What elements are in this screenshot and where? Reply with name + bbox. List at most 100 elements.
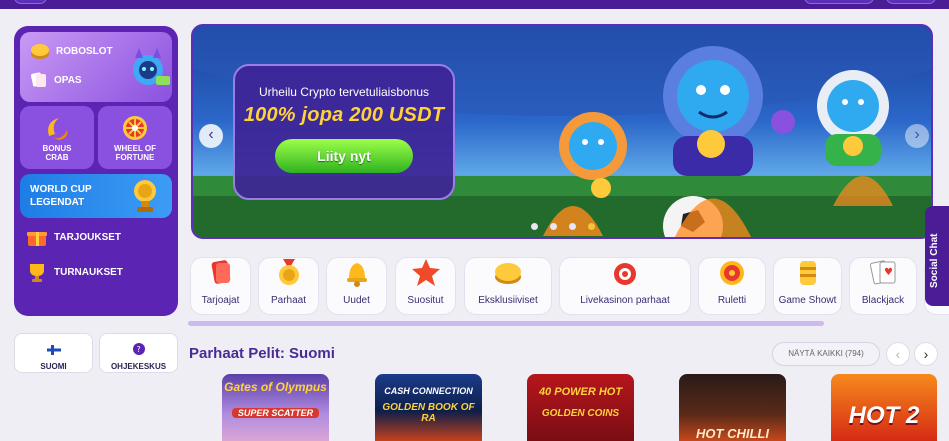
game-tile[interactable]: CASH CONNECTION GOLDEN BOOK OF RA: [375, 374, 482, 441]
category-ruletti[interactable]: Ruletti: [698, 257, 766, 315]
star-icon: [411, 257, 441, 292]
sidebar-item-label: LEGENDAT: [30, 197, 85, 208]
game-tile[interactable]: HOT 2: [831, 374, 937, 441]
hero-next-button[interactable]: ›: [905, 124, 929, 148]
sidebar-item-tarjoukset[interactable]: TARJOUKSET: [26, 227, 121, 247]
chevron-left-icon: ‹: [208, 126, 214, 143]
sidebar-item-label: FORTUNE: [115, 152, 155, 162]
see-all-button[interactable]: NÄYTÄ KAIKKI (794): [772, 342, 880, 366]
category-label: Blackjack: [861, 295, 905, 306]
games-next-button[interactable]: ›: [914, 342, 938, 366]
social-chat-tab[interactable]: Social Chat: [925, 206, 949, 306]
category-game-showt[interactable]: Game Showt: [773, 257, 842, 315]
crab-icon: [43, 114, 71, 142]
playing-cards-icon: ♥: [868, 257, 898, 292]
category-blackjack[interactable]: ♥ Blackjack: [849, 257, 917, 315]
category-strip: Tarjoajat Parhaat Uudet Suositut Eksklus…: [188, 257, 949, 315]
trophy-icon: [130, 178, 160, 214]
language-button[interactable]: SUOMI: [14, 333, 93, 373]
sidebar-item-turnaukset[interactable]: TURNAUKSET: [26, 262, 123, 282]
category-uudet[interactable]: Uudet: [326, 257, 387, 315]
gift-icon: [26, 227, 48, 247]
game-title: Gates of Olympus: [224, 380, 327, 394]
help-icon: ?: [100, 342, 177, 360]
medal-icon: [275, 257, 303, 292]
coin-icon: [30, 42, 50, 60]
promo-headline: 100% jopa 200 USDT: [243, 104, 445, 126]
category-label: Game Showt: [778, 295, 837, 306]
game-tile[interactable]: Gates of Olympus SUPER SCATTER: [222, 374, 329, 441]
game-badge: GOLDEN BOOK OF RA: [382, 402, 475, 424]
cards-icon: [30, 72, 48, 88]
cup-icon: [26, 262, 48, 282]
sidebar-item-label: TURNAUKSET: [54, 266, 123, 278]
chevron-right-icon: ›: [923, 346, 929, 362]
roulette-icon: [717, 257, 747, 292]
sidebar: ROBOSLOT OPAS BONUS CRAB WHEEL OF FORTUN…: [14, 26, 178, 316]
chevron-right-icon: ›: [914, 126, 920, 143]
sidebar-item-label: WORLD CUP: [30, 184, 92, 195]
category-label: Suositut: [407, 295, 444, 306]
carousel-dot[interactable]: [588, 223, 595, 230]
game-title: 40 POWER HOT: [538, 386, 623, 398]
category-eksklusiiviset[interactable]: Eksklusiiviset: [464, 257, 552, 315]
svg-text:?: ?: [136, 345, 140, 354]
register-button[interactable]: [886, 0, 936, 4]
sidebar-item-label: ROBOSLOT: [56, 45, 113, 57]
category-livekasinon-parhaat[interactable]: Livekasinon parhaat: [559, 257, 691, 315]
carousel-dot[interactable]: [569, 223, 576, 230]
promo-subtitle: Urheilu Crypto tervetuliaisbonus: [258, 85, 430, 99]
robot-mascot-icon: [126, 46, 170, 93]
game-badge: SUPER SCATTER: [232, 408, 319, 418]
carousel-dot[interactable]: [550, 223, 557, 230]
category-tarjoajat[interactable]: Tarjoajat: [190, 257, 251, 315]
game-title: CASH CONNECTION: [384, 386, 473, 396]
sidebar-item-bonus-crab[interactable]: BONUS CRAB: [20, 106, 94, 169]
carousel-dots: [531, 223, 595, 230]
carousel-dot[interactable]: [531, 223, 538, 230]
category-suositut[interactable]: Suositut: [395, 257, 456, 315]
chevron-left-icon: ‹: [895, 346, 901, 362]
sidebar-item-label: CRAB: [45, 152, 69, 162]
menu-button[interactable]: [14, 0, 47, 4]
coin-stack-icon: [795, 257, 821, 292]
cards-icon: [207, 257, 235, 292]
category-label: Eksklusiiviset: [478, 295, 538, 306]
flag-icon: [15, 342, 92, 360]
promo-card: Urheilu Crypto tervetuliaisbonus 100% jo…: [233, 64, 455, 200]
login-button[interactable]: [804, 0, 874, 4]
category-parhaat[interactable]: Parhaat: [258, 257, 319, 315]
sidebar-item-world-cup[interactable]: WORLD CUP LEGENDAT: [20, 174, 172, 218]
social-chat-label: Social Chat: [929, 233, 940, 288]
bell-icon: [343, 257, 371, 292]
section-title: Parhaat Pelit: Suomi: [189, 345, 335, 362]
sidebar-item-label: OPAS: [54, 74, 82, 86]
gold-ingot-icon: [492, 257, 524, 292]
top-bar: [0, 0, 949, 9]
sidebar-item-wheel-of-fortune[interactable]: WHEEL OF FORTUNE: [98, 106, 172, 169]
language-label: SUOMI: [40, 362, 67, 371]
wheel-icon: [121, 114, 149, 142]
svg-text:♥: ♥: [884, 267, 893, 278]
category-scrollbar[interactable]: [188, 321, 824, 326]
game-tile[interactable]: HOT CHILLI: [679, 374, 786, 441]
sidebar-item-label: TARJOUKSET: [54, 231, 122, 243]
game-tile[interactable]: 40 POWER HOT GOLDEN COINS: [527, 374, 634, 441]
category-label: Livekasinon parhaat: [580, 295, 670, 306]
sidebar-item-label: WHEEL OF: [113, 143, 157, 153]
sidebar-item-roboslot[interactable]: ROBOSLOT OPAS: [20, 32, 172, 102]
category-label: Parhaat: [270, 295, 307, 306]
games-prev-button[interactable]: ‹: [886, 342, 910, 366]
game-title: HOT 2: [848, 402, 920, 429]
category-label: Ruletti: [717, 295, 747, 306]
join-now-button[interactable]: Liity nyt: [275, 139, 413, 173]
category-label: Uudet: [343, 295, 370, 306]
sidebar-item-label: BONUS: [42, 143, 72, 153]
game-badge: GOLDEN COINS: [541, 408, 620, 419]
help-label: OHJEKESKUS: [110, 362, 167, 371]
hero-prev-button[interactable]: ‹: [199, 124, 223, 148]
game-title: HOT CHILLI: [696, 426, 769, 441]
help-center-button[interactable]: ? OHJEKESKUS: [99, 333, 178, 373]
hero-banner[interactable]: Urheilu Crypto tervetuliaisbonus 100% jo…: [191, 24, 933, 239]
chip-icon: [610, 257, 640, 292]
